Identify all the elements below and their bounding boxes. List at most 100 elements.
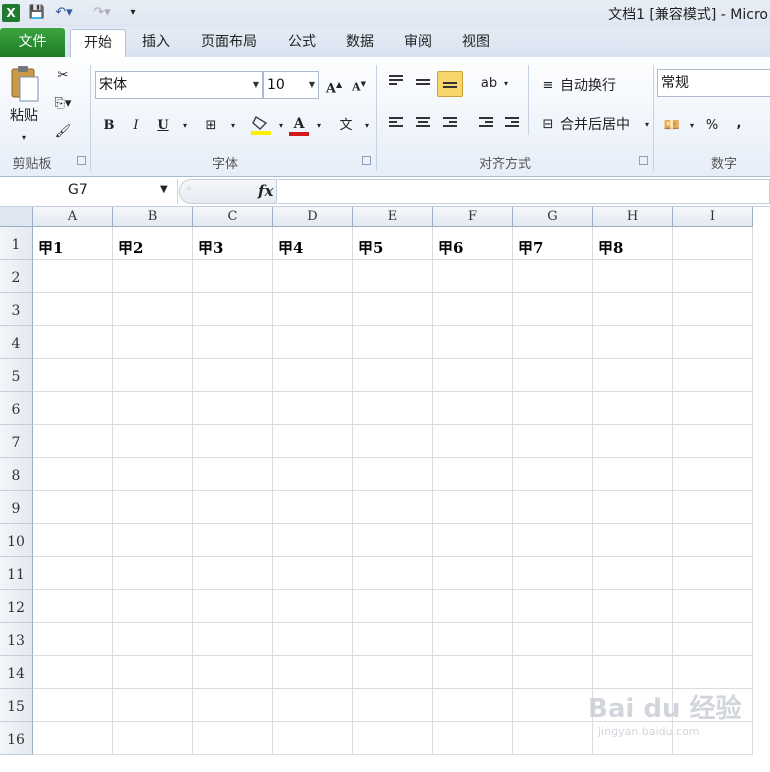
cell-h12[interactable] <box>593 590 673 623</box>
font-name-combo[interactable]: 宋体 ▼ <box>95 71 263 99</box>
cell-e14[interactable] <box>353 656 433 689</box>
tab-home[interactable]: 开始 <box>70 29 126 57</box>
row-header-2[interactable]: 2 <box>0 260 33 293</box>
cell-g14[interactable] <box>513 656 593 689</box>
cell-e10[interactable] <box>353 524 433 557</box>
cell-g1[interactable]: 甲7 <box>513 227 593 260</box>
cell-g4[interactable] <box>513 326 593 359</box>
cell-c8[interactable] <box>193 458 273 491</box>
column-header-a[interactable]: A <box>33 207 113 227</box>
cell-a2[interactable] <box>33 260 113 293</box>
font-color-dropdown-icon[interactable]: ▾ <box>308 115 330 137</box>
cell-g3[interactable] <box>513 293 593 326</box>
cell-e9[interactable] <box>353 491 433 524</box>
cell-c13[interactable] <box>193 623 273 656</box>
cell-a14[interactable] <box>33 656 113 689</box>
cell-f15[interactable] <box>433 689 513 722</box>
row-header-4[interactable]: 4 <box>0 326 33 359</box>
cell-d2[interactable] <box>273 260 353 293</box>
cell-h13[interactable] <box>593 623 673 656</box>
grow-font-button[interactable]: A▲ <box>323 73 345 96</box>
cell-c4[interactable] <box>193 326 273 359</box>
cell-e12[interactable] <box>353 590 433 623</box>
row-header-10[interactable]: 10 <box>0 524 33 557</box>
paste-dropdown-icon[interactable]: ▾ <box>16 127 32 149</box>
cell-a4[interactable] <box>33 326 113 359</box>
align-center-icon[interactable] <box>416 117 430 129</box>
row-header-3[interactable]: 3 <box>0 293 33 326</box>
row-header-9[interactable]: 9 <box>0 491 33 524</box>
cell-a16[interactable] <box>33 722 113 755</box>
align-left-icon[interactable] <box>389 117 403 129</box>
cell-f7[interactable] <box>433 425 513 458</box>
cell-b9[interactable] <box>113 491 193 524</box>
cell-d4[interactable] <box>273 326 353 359</box>
grip-icon[interactable]: ◦ <box>186 184 192 195</box>
cell-f8[interactable] <box>433 458 513 491</box>
orientation-dropdown-icon[interactable]: ▾ <box>495 73 517 95</box>
cell-a10[interactable] <box>33 524 113 557</box>
cell-e7[interactable] <box>353 425 433 458</box>
cell-i8[interactable] <box>673 458 753 491</box>
undo-icon[interactable]: ↶▾ <box>52 4 76 22</box>
cell-h4[interactable] <box>593 326 673 359</box>
column-header-e[interactable]: E <box>353 207 433 227</box>
cell-c3[interactable] <box>193 293 273 326</box>
column-header-h[interactable]: H <box>593 207 673 227</box>
cell-h14[interactable] <box>593 656 673 689</box>
cell-f10[interactable] <box>433 524 513 557</box>
row-header-11[interactable]: 11 <box>0 557 33 590</box>
accounting-dropdown-icon[interactable]: ▾ <box>681 115 703 137</box>
cell-c7[interactable] <box>193 425 273 458</box>
cell-c14[interactable] <box>193 656 273 689</box>
cell-g8[interactable] <box>513 458 593 491</box>
cell-b1[interactable]: 甲2 <box>113 227 193 260</box>
cell-g5[interactable] <box>513 359 593 392</box>
cell-b7[interactable] <box>113 425 193 458</box>
column-header-i[interactable]: I <box>673 207 753 227</box>
cell-a7[interactable] <box>33 425 113 458</box>
cell-g7[interactable] <box>513 425 593 458</box>
font-color-icon[interactable]: A <box>288 113 310 136</box>
cell-h9[interactable] <box>593 491 673 524</box>
cell-c5[interactable] <box>193 359 273 392</box>
align-middle-icon[interactable] <box>416 79 430 91</box>
cell-b15[interactable] <box>113 689 193 722</box>
font-size-combo[interactable]: 10 ▼ <box>263 71 319 99</box>
cell-i3[interactable] <box>673 293 753 326</box>
tab-view[interactable]: 视图 <box>452 29 500 57</box>
cell-e4[interactable] <box>353 326 433 359</box>
formula-input[interactable] <box>278 179 770 204</box>
number-format-combo[interactable]: 常规 <box>657 69 770 97</box>
wrap-text-button[interactable]: 自动换行 <box>560 75 624 97</box>
cell-h5[interactable] <box>593 359 673 392</box>
comma-button[interactable]: , <box>728 113 750 135</box>
row-header-1[interactable]: 1 <box>0 227 33 260</box>
merge-center-button[interactable]: 合并后居中 <box>560 114 640 136</box>
cell-f2[interactable] <box>433 260 513 293</box>
select-all-corner[interactable] <box>0 207 33 227</box>
fill-color-icon[interactable] <box>250 113 272 135</box>
cell-f1[interactable]: 甲6 <box>433 227 513 260</box>
cell-c2[interactable] <box>193 260 273 293</box>
cell-a5[interactable] <box>33 359 113 392</box>
cell-f4[interactable] <box>433 326 513 359</box>
cell-b16[interactable] <box>113 722 193 755</box>
cell-d16[interactable] <box>273 722 353 755</box>
cell-i13[interactable] <box>673 623 753 656</box>
insert-function-icon[interactable]: fx <box>258 182 273 200</box>
cell-a15[interactable] <box>33 689 113 722</box>
alignment-launcher-icon[interactable] <box>639 156 648 165</box>
shrink-font-button[interactable]: A▼ <box>348 73 370 95</box>
cell-e11[interactable] <box>353 557 433 590</box>
cell-e2[interactable] <box>353 260 433 293</box>
row-header-14[interactable]: 14 <box>0 656 33 689</box>
cell-a12[interactable] <box>33 590 113 623</box>
row-header-12[interactable]: 12 <box>0 590 33 623</box>
align-top-icon[interactable] <box>389 75 403 87</box>
cell-a13[interactable] <box>33 623 113 656</box>
percent-button[interactable]: % <box>701 115 723 137</box>
cell-e3[interactable] <box>353 293 433 326</box>
cut-icon[interactable]: ✂ <box>52 65 74 87</box>
bold-button[interactable]: B <box>98 115 120 137</box>
